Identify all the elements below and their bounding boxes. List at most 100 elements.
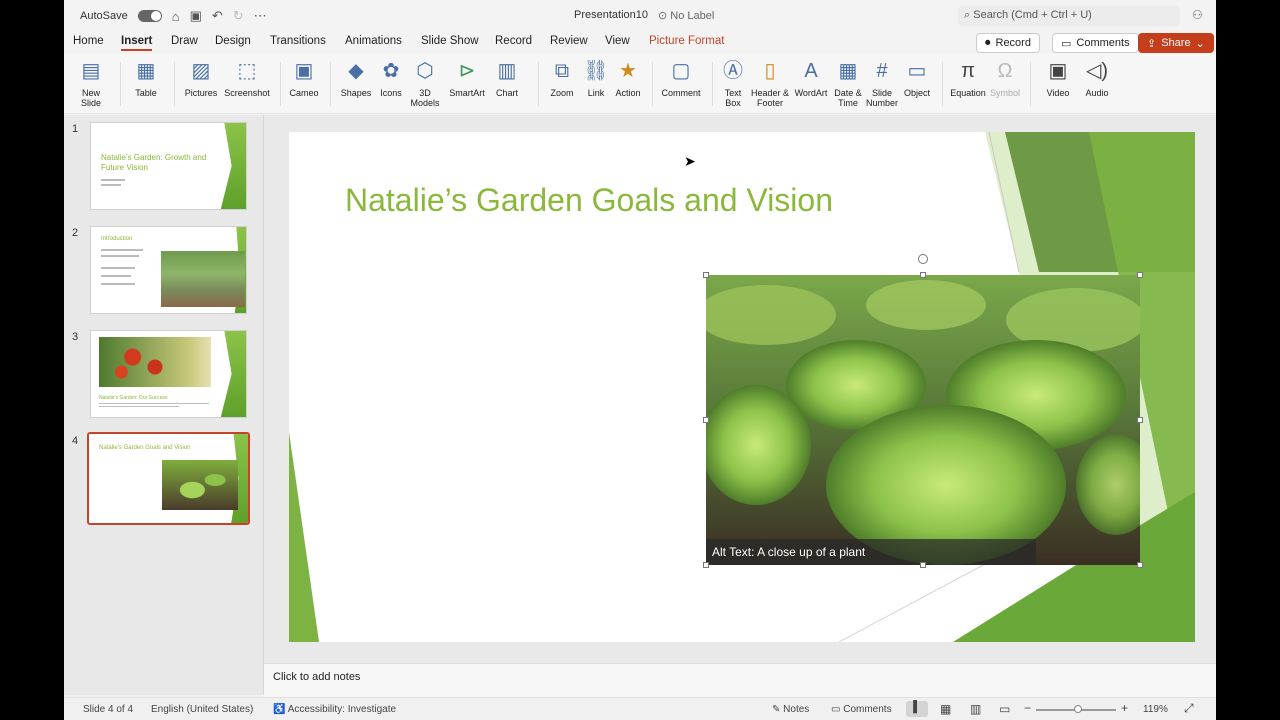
picture-icon: ▨: [191, 60, 211, 82]
slide-number-4: 4: [72, 435, 79, 447]
slide-thumbnail-3[interactable]: Natalie’s Garden: Our Success: [90, 330, 247, 418]
more-icon[interactable]: ⋯: [254, 8, 267, 24]
slide-thumbnail-4[interactable]: Natalie’s Garden Goals and Vision: [87, 432, 250, 525]
header-footer-label: Header & Footer: [750, 88, 790, 108]
new-slide-icon: ▤: [81, 60, 101, 82]
smartart-label: SmartArt: [449, 88, 485, 98]
tab-slide-show[interactable]: Slide Show: [421, 35, 479, 47]
notes-pane[interactable]: Click to add notes: [264, 663, 1216, 697]
text-box-icon: Ⓐ: [723, 60, 743, 82]
rotate-handle-icon[interactable]: [918, 254, 928, 264]
hash-icon: #: [876, 60, 888, 82]
tab-home[interactable]: Home: [73, 35, 104, 47]
tab-review[interactable]: Review: [550, 35, 588, 47]
action-button[interactable]: ★ Action: [612, 58, 644, 98]
accessibility-checker[interactable]: ♿ Accessibility: Investigate: [273, 704, 396, 715]
slide-thumbnail-2[interactable]: Introduction: [90, 226, 247, 314]
tab-animations[interactable]: Animations: [345, 35, 402, 47]
new-slide-button[interactable]: ▤ New Slide: [72, 58, 110, 108]
selected-picture[interactable]: Alt Text: A close up of a plant: [706, 275, 1140, 565]
resize-handle-ne[interactable]: [1137, 272, 1143, 278]
tab-insert[interactable]: Insert: [121, 35, 153, 51]
object-label: Object: [903, 88, 930, 98]
resize-handle-nw[interactable]: [703, 272, 709, 278]
reading-view-icon[interactable]: ▥: [970, 702, 981, 716]
resize-handle-n[interactable]: [920, 272, 926, 278]
table-label: Table: [135, 88, 157, 98]
smartart-button[interactable]: ⊳ SmartArt: [446, 58, 488, 98]
resize-handle-se[interactable]: [1137, 562, 1143, 568]
icons-button[interactable]: ✿ Icons: [376, 58, 406, 98]
zoom-slider-thumb[interactable]: [1074, 705, 1082, 713]
slide-number-button[interactable]: # Slide Number: [866, 58, 898, 108]
tab-design[interactable]: Design: [215, 35, 251, 47]
current-slide[interactable]: Natalie’s Garden Goals and Vision Alt Te…: [289, 132, 1195, 642]
resize-handle-s[interactable]: [920, 562, 926, 568]
slide-number-2: 2: [72, 227, 79, 239]
home-icon[interactable]: ⌂: [172, 9, 180, 24]
comment-button[interactable]: ▢ Comment: [658, 58, 704, 98]
table-button[interactable]: ▦ Table: [126, 58, 166, 98]
resize-handle-sw[interactable]: [703, 562, 709, 568]
share-button-label: Share: [1161, 37, 1191, 49]
tab-picture-format[interactable]: Picture Format: [649, 35, 724, 47]
object-button[interactable]: ▭ Object: [900, 58, 934, 98]
screenshot-button[interactable]: ⬚ Screenshot: [222, 58, 272, 98]
slide-sorter-icon[interactable]: ▦: [940, 702, 951, 716]
comments-toggle[interactable]: ▭ Comments: [831, 704, 892, 715]
share-button[interactable]: ⇪ Share ⌄: [1138, 33, 1214, 53]
pictures-button[interactable]: ▨ Pictures: [180, 58, 222, 98]
symbol-button[interactable]: Ω Symbol: [988, 58, 1022, 98]
notes-placeholder: Click to add notes: [273, 671, 361, 683]
shapes-icon: ◆: [348, 60, 364, 82]
comments-button[interactable]: ▭ Comments: [1052, 33, 1139, 53]
wordart-button[interactable]: A WordArt: [792, 58, 830, 98]
comments-button-label: Comments: [1076, 37, 1130, 49]
zoom-button[interactable]: ⧉ Zoom: [544, 58, 580, 98]
zoom-level[interactable]: 119%: [1143, 704, 1168, 715]
shapes-button[interactable]: ◆ Shapes: [336, 58, 376, 98]
text-box-button[interactable]: Ⓐ Text Box: [718, 58, 748, 108]
tab-draw[interactable]: Draw: [171, 35, 198, 47]
resize-handle-e[interactable]: [1137, 417, 1143, 423]
slide-number-3: 3: [72, 331, 79, 343]
normal-view-icon[interactable]: ▌: [906, 701, 928, 717]
search-box[interactable]: ⌕ Search (Cmd + Ctrl + U): [958, 6, 1180, 26]
link-icon: ⛓: [583, 60, 609, 82]
link-button[interactable]: ⛓ Link: [582, 58, 610, 98]
3d-models-button[interactable]: ⬡ 3D Models: [408, 58, 442, 108]
garden-photo-thumbnail: [161, 251, 245, 307]
fit-to-window-icon[interactable]: ⤢: [1184, 701, 1194, 716]
document-name: Presentation10: [574, 9, 648, 21]
header-footer-button[interactable]: ▯ Header & Footer: [750, 58, 790, 108]
autosave-toggle[interactable]: [137, 10, 162, 22]
tab-view[interactable]: View: [605, 35, 630, 47]
notes-toggle[interactable]: ✎ Notes: [772, 704, 809, 715]
mouse-cursor-icon: ➤: [684, 153, 696, 169]
save-icon[interactable]: ▣: [190, 8, 202, 24]
zoom-in-icon[interactable]: +: [1121, 701, 1128, 715]
video-button[interactable]: ▣ Video: [1036, 58, 1080, 98]
redo-icon[interactable]: ↻: [233, 8, 244, 24]
undo-icon[interactable]: ↶: [212, 8, 223, 24]
chart-button[interactable]: ▥ Chart: [490, 58, 524, 98]
zoom-out-icon[interactable]: −: [1024, 701, 1031, 715]
resize-handle-w[interactable]: [703, 417, 709, 423]
wordart-label: WordArt: [794, 88, 828, 98]
cameo-button[interactable]: ▣ Cameo: [286, 58, 322, 98]
slideshow-icon[interactable]: ▭: [999, 702, 1010, 716]
audio-button[interactable]: ◁) Audio: [1080, 58, 1114, 98]
comment-icon: ▭: [831, 704, 841, 715]
slide-title[interactable]: Natalie’s Garden Goals and Vision: [345, 182, 833, 219]
sensitivity-label[interactable]: ⊙ No Label: [658, 9, 714, 22]
user-icon[interactable]: ⚇: [1192, 8, 1203, 22]
tab-record[interactable]: Record: [495, 35, 532, 47]
slide-editor: Natalie’s Garden Goals and Vision Alt Te…: [264, 115, 1216, 663]
lettuce-image: [706, 275, 1140, 565]
tab-transitions[interactable]: Transitions: [270, 35, 326, 47]
date-time-button[interactable]: ▦ Date & Time: [832, 58, 864, 108]
equation-button[interactable]: π Equation: [948, 58, 988, 98]
record-button[interactable]: ⏺ Record: [976, 33, 1040, 53]
language-indicator[interactable]: English (United States): [151, 704, 253, 715]
slide-thumbnail-1[interactable]: Natalie’s Garden: Growth and Future Visi…: [90, 122, 247, 210]
